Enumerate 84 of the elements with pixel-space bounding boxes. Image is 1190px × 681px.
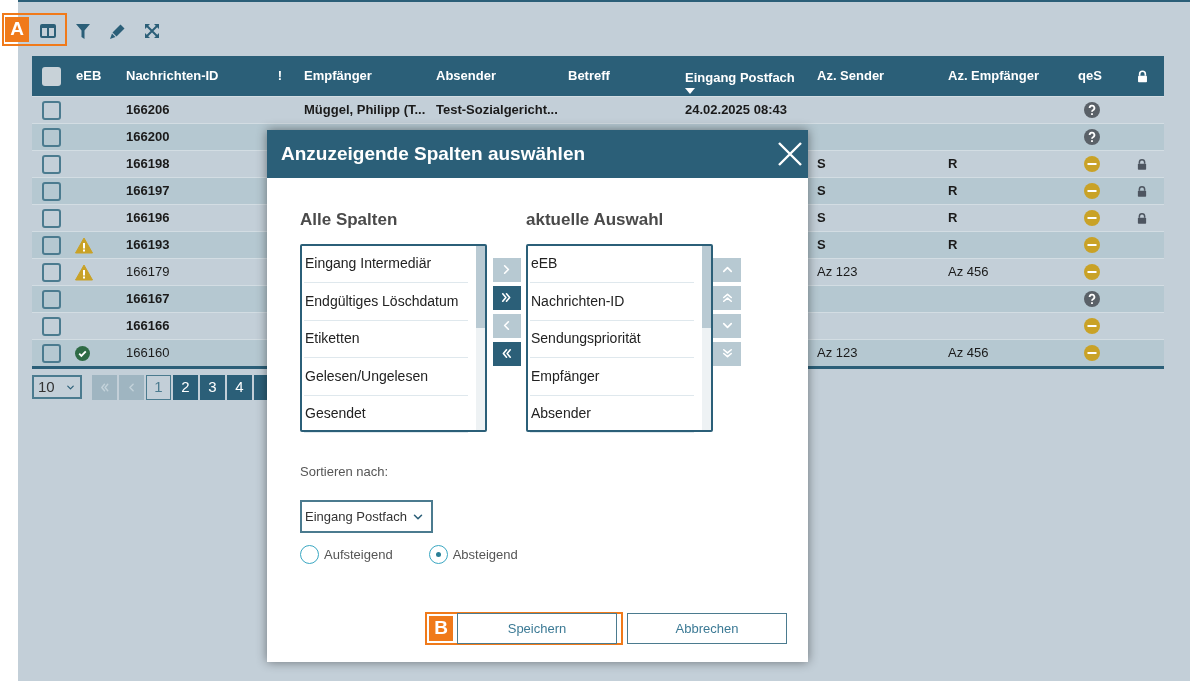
table-cell: Müggel, Philipp (T... [304, 102, 426, 118]
dialog-title: Anzuzeigende Spalten auswählen [281, 141, 586, 166]
message-id: 166167 [126, 291, 170, 307]
table-cell: S [817, 183, 826, 199]
annotation-label: A [5, 17, 29, 42]
expand-icon[interactable] [145, 24, 159, 38]
column-header[interactable]: Az. Empfänger [948, 66, 1039, 86]
lock-icon [1135, 68, 1149, 84]
filter-icon[interactable] [76, 23, 90, 39]
column-header[interactable]: Az. Sender [817, 66, 885, 86]
table-cell: Test-Sozialgericht... [436, 102, 558, 118]
row-checkbox[interactable] [41, 181, 61, 201]
column-header[interactable]: Absender [436, 66, 496, 86]
column-list[interactable]: Eingang Intermediär Endgültiges Löschdatum Etiketten Gelesen/Ungelesen Gesendet [300, 243, 487, 432]
table-cell: S [817, 210, 826, 226]
table-cell: Az 456 [948, 264, 989, 280]
cancel-button[interactable]: Abbrechen [627, 613, 787, 644]
list-item[interactable]: Absender [530, 395, 694, 433]
row-checkbox[interactable] [41, 127, 61, 147]
scrollbar[interactable] [476, 245, 485, 430]
list-heading: Alle Spalten [300, 209, 399, 231]
table-cell: R [948, 183, 958, 199]
add-all-button[interactable] [492, 285, 521, 310]
row-checkbox[interactable] [41, 289, 61, 309]
row-checkbox[interactable] [41, 343, 61, 363]
list-heading: aktuelle Auswahl [526, 209, 665, 231]
columns-icon[interactable] [40, 24, 56, 38]
table-cell: R [948, 237, 958, 253]
message-id: 166193 [126, 237, 170, 253]
message-id: 166179 [126, 264, 170, 280]
row-checkbox[interactable] [41, 262, 61, 282]
table-cell: R [948, 156, 958, 172]
scrollbar[interactable] [702, 245, 711, 430]
list-item[interactable]: Eingang Intermediär [304, 245, 468, 283]
message-id: 166196 [126, 210, 170, 226]
remove-all-button[interactable] [492, 341, 521, 366]
table-cell: R [948, 210, 958, 226]
table-cell: S [817, 237, 826, 253]
list-item[interactable]: Empfänger [530, 358, 694, 396]
column-header[interactable]: qeS [1078, 66, 1102, 86]
row-checkbox[interactable] [41, 100, 61, 120]
pencil-icon[interactable] [110, 23, 125, 39]
message-id: 166160 [126, 345, 170, 361]
select-all-checkbox[interactable] [41, 66, 61, 86]
table-cell: Az 456 [948, 345, 989, 361]
list-item[interactable]: eEB [530, 245, 694, 283]
column-header[interactable]: Eingang Postfach [685, 68, 795, 88]
radio-label[interactable]: Absteigend [452, 545, 518, 565]
table-cell: 24.02.2025 08:43 [685, 102, 787, 118]
list-item[interactable]: Nachrichten-ID [530, 283, 694, 321]
row-checkbox[interactable] [41, 316, 61, 336]
message-id: 166197 [126, 183, 170, 199]
annotation-frame [2, 13, 67, 46]
message-id: 166200 [126, 129, 170, 145]
list-item[interactable]: Gesendet [304, 395, 468, 433]
radio-label[interactable]: Aufsteigend [324, 545, 393, 565]
column-header[interactable]: ! [277, 66, 283, 86]
message-id: 166166 [126, 318, 170, 334]
page-button[interactable]: 4 [227, 374, 252, 400]
column-header[interactable]: Empfänger [304, 66, 372, 86]
list-item[interactable]: Gelesen/Ungelesen [304, 358, 468, 396]
sort-label: Sortieren nach: [300, 462, 390, 481]
table-cell: Az 123 [817, 264, 858, 280]
page-button[interactable]: 3 [200, 374, 225, 400]
table-cell: S [817, 156, 826, 172]
row-checkbox[interactable] [41, 235, 61, 255]
page-size-select[interactable]: 10 [32, 375, 82, 399]
column-header[interactable]: Nachrichten-ID [126, 66, 219, 86]
list-item[interactable]: Etiketten [304, 320, 468, 358]
column-list[interactable]: eEB Nachrichten-ID Sendungspriorität Empfänger Absender [526, 243, 713, 432]
sort-select[interactable]: Eingang Postfach [300, 500, 433, 533]
column-header[interactable]: eEB [76, 66, 102, 86]
message-id: 166198 [126, 156, 170, 172]
close-icon[interactable] [778, 142, 802, 166]
list-item[interactable]: Sendungspriorität [530, 320, 694, 358]
annotation-label: B [429, 616, 453, 641]
message-id: 166206 [126, 102, 170, 118]
list-item[interactable]: Endgültiges Löschdatum [304, 283, 468, 321]
column-header[interactable]: Betreff [568, 66, 610, 86]
table-cell: Az 123 [817, 345, 858, 361]
save-button[interactable]: Speichern [457, 613, 617, 644]
page-button[interactable]: 2 [173, 374, 198, 400]
row-checkbox[interactable] [41, 208, 61, 228]
row-checkbox[interactable] [41, 154, 61, 174]
